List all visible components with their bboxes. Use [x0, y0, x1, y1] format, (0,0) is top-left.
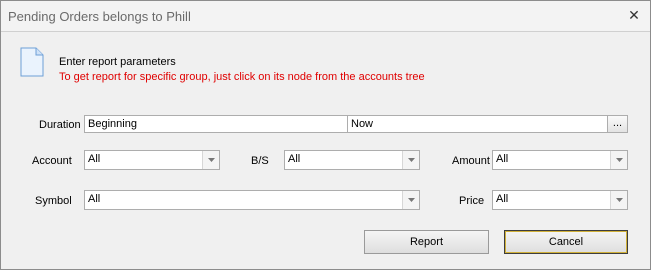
amount-label: Amount	[452, 155, 490, 167]
duration-picker-button[interactable]: ...	[607, 115, 628, 133]
duration-from-field[interactable]: Beginning	[84, 115, 348, 133]
amount-select[interactable]: All	[492, 150, 628, 170]
chevron-down-icon[interactable]	[610, 191, 627, 209]
instruction-heading: Enter report parameters	[59, 56, 176, 68]
account-select[interactable]: All	[84, 150, 220, 170]
duration-label: Duration	[39, 119, 81, 131]
symbol-label: Symbol	[35, 195, 72, 207]
window-title: Pending Orders belongs to Phill	[8, 9, 191, 24]
dialog-window: Pending Orders belongs to Phill ✕ Enter …	[0, 0, 651, 270]
bs-select[interactable]: All	[284, 150, 420, 170]
price-select[interactable]: All	[492, 190, 628, 210]
title-bar[interactable]: Pending Orders belongs to Phill ✕	[1, 1, 650, 32]
document-icon	[20, 47, 44, 77]
chevron-down-icon[interactable]	[202, 151, 219, 169]
instruction-hint: To get report for specific group, just c…	[59, 71, 425, 83]
symbol-select-value: All	[88, 193, 101, 205]
price-select-value: All	[496, 193, 509, 205]
account-label: Account	[32, 155, 72, 167]
bs-select-value: All	[288, 153, 301, 165]
chevron-down-icon[interactable]	[402, 151, 419, 169]
chevron-down-icon[interactable]	[610, 151, 627, 169]
chevron-down-icon[interactable]	[402, 191, 419, 209]
bs-label: B/S	[251, 155, 269, 167]
cancel-button[interactable]: Cancel	[504, 230, 628, 254]
report-button[interactable]: Report	[364, 230, 489, 254]
price-label: Price	[459, 195, 485, 207]
duration-to-field[interactable]: Now	[347, 115, 608, 133]
amount-select-value: All	[496, 153, 509, 165]
account-select-value: All	[88, 153, 101, 165]
symbol-select[interactable]: All	[84, 190, 420, 210]
close-icon[interactable]: ✕	[626, 7, 642, 23]
